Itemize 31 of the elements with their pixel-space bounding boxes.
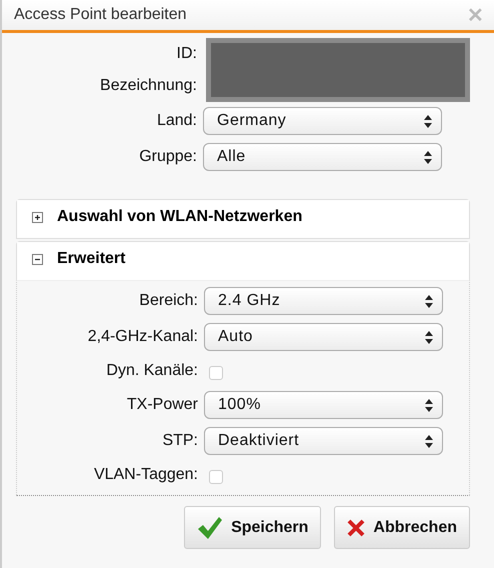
updown-arrows-icon [425, 434, 433, 448]
field-label: Bezeichnung: [99, 77, 198, 95]
field-label: Dyn. Kanäle: [105, 362, 199, 380]
checkmark-icon [197, 516, 224, 540]
field-label: Land: [156, 112, 198, 130]
select-field[interactable]: 100% [204, 391, 443, 419]
select-field[interactable]: Auto [204, 323, 443, 351]
expand-icon [32, 212, 43, 223]
checkbox[interactable] [209, 366, 223, 380]
updown-arrows-icon [425, 294, 433, 308]
dialog-button[interactable]: Abbrechen [334, 506, 470, 549]
field-label: ID: [176, 45, 198, 63]
dialog-button[interactable]: Speichern [184, 506, 322, 549]
window-title: Access Point bearbeiten [14, 6, 187, 24]
field-label: VLAN-Taggen: [92, 466, 199, 484]
cross-icon [347, 518, 366, 536]
select-field[interactable]: Germany [203, 107, 442, 135]
updown-arrows-icon [425, 398, 433, 412]
select-field[interactable]: Deaktiviert [204, 427, 443, 455]
field-label: Gruppe: [138, 148, 198, 166]
updown-arrows-icon [424, 114, 432, 128]
collapse-icon [32, 254, 43, 265]
updown-arrows-icon [424, 150, 432, 164]
field-label: TX-Power [126, 396, 199, 414]
select-field[interactable]: Alle [203, 143, 442, 171]
checkbox[interactable] [209, 470, 223, 484]
field-label: STP: [161, 432, 199, 450]
field-label: 2,4-GHz-Kanal: [86, 328, 199, 346]
field-label: Bereich: [138, 292, 199, 310]
updown-arrows-icon [425, 330, 433, 344]
select-field[interactable]: 2.4 GHz [204, 287, 443, 315]
